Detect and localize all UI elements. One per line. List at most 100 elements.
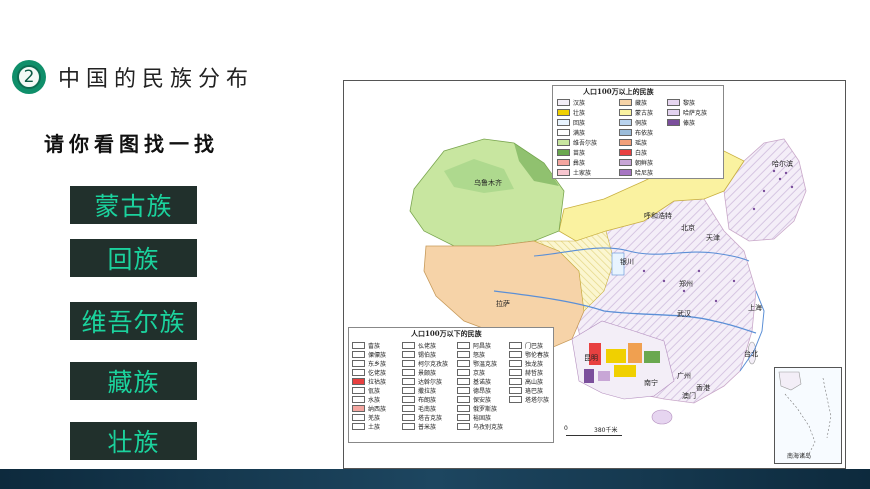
legend-swatch [402, 360, 415, 367]
legend-swatch [557, 169, 570, 176]
legend-label: 黎族 [683, 100, 696, 107]
legend-swatch [457, 387, 470, 394]
city-label: 银川 [620, 258, 634, 266]
legend-swatch [457, 369, 470, 376]
legend-swatch [667, 99, 680, 106]
legend-label: 怒族 [473, 352, 486, 359]
legend-label: 裕固族 [473, 415, 492, 422]
legend-label: 壮族 [573, 110, 586, 117]
legend-label: 土家族 [573, 170, 592, 177]
legend-label: 德昂族 [473, 388, 492, 395]
legend-item: 普米族 [402, 422, 436, 431]
legend-label: 畲族 [368, 343, 381, 350]
legend-swatch [352, 405, 365, 412]
city-label: 呼和浩特 [644, 212, 672, 220]
legend-swatch [509, 360, 522, 367]
legend-label: 锡伯族 [418, 352, 437, 359]
scale-line [566, 435, 622, 436]
legend-swatch [619, 169, 632, 176]
legend-label: 柯尔克孜族 [418, 361, 449, 368]
legend-label: 俄罗斯族 [473, 406, 498, 413]
mongol-button[interactable]: 蒙古族 [70, 186, 197, 224]
city-label: 乌鲁木齐 [474, 179, 502, 187]
city-label: 天津 [706, 234, 720, 242]
badge-number: 2 [17, 65, 41, 89]
city-label: 武汉 [677, 310, 691, 318]
city-label: 台北 [744, 350, 758, 358]
legend-item: 汉族 [557, 98, 585, 107]
legend-label: 东乡族 [368, 361, 387, 368]
legend-label: 白族 [635, 150, 648, 157]
legend-label: 满族 [573, 130, 586, 137]
legend-swatch [619, 159, 632, 166]
legend-label: 塔塔尔族 [525, 397, 550, 404]
legend-swatch [352, 387, 365, 394]
legend-item: 朝鲜族 [619, 158, 653, 167]
legend-item: 仫佬族 [402, 341, 436, 350]
legend-label: 瑶族 [635, 140, 648, 147]
legend-item: 仡佬族 [352, 368, 386, 377]
legend-swatch [352, 378, 365, 385]
legend-swatch [557, 159, 570, 166]
scale-zero: 0 [564, 425, 568, 432]
legend-label: 傣族 [683, 120, 696, 127]
city-label: 香港 [696, 384, 710, 392]
legend-swatch [402, 378, 415, 385]
legend-label: 哈萨克族 [683, 110, 708, 117]
city-label: 南宁 [644, 379, 658, 387]
legend-swatch [457, 360, 470, 367]
legend-swatch [619, 119, 632, 126]
legend-swatch [619, 99, 632, 106]
legend-item: 撒拉族 [402, 386, 436, 395]
legend-item: 苗族 [557, 148, 585, 157]
legend-item: 彝族 [557, 158, 585, 167]
section-header: 2 中国的民族分布 [12, 58, 254, 96]
legend-item: 俄罗斯族 [457, 404, 497, 413]
legend-label: 鄂伦春族 [525, 352, 550, 359]
legend-label: 珞巴族 [525, 388, 544, 395]
legend-label: 京族 [473, 370, 486, 377]
legend-small-title: 人口100万以下的民族 [411, 329, 482, 338]
legend-label: 基诺族 [473, 379, 492, 386]
legend-swatch [509, 396, 522, 403]
legend-item: 布依族 [619, 128, 653, 137]
legend-item: 达斡尔族 [402, 377, 442, 386]
legend-item: 鄂温克族 [457, 359, 497, 368]
legend-item: 土家族 [557, 168, 591, 177]
legend-item: 锡伯族 [402, 350, 436, 359]
legend-swatch [557, 149, 570, 156]
legend-item: 土族 [352, 422, 380, 431]
legend-label: 高山族 [525, 379, 544, 386]
hui-button[interactable]: 回族 [70, 239, 197, 277]
uyghur-button[interactable]: 维吾尔族 [70, 302, 197, 340]
legend-item: 畲族 [352, 341, 380, 350]
legend-swatch [457, 351, 470, 358]
legend-label: 毛南族 [418, 406, 437, 413]
legend-item: 哈尼族 [619, 168, 653, 177]
legend-swatch [557, 119, 570, 126]
legend-label: 佤族 [368, 388, 381, 395]
legend-label: 傈僳族 [368, 352, 387, 359]
zhuang-button[interactable]: 壮族 [70, 422, 197, 460]
legend-label: 达斡尔族 [418, 379, 443, 386]
legend-item: 藏族 [619, 98, 647, 107]
legend-swatch [457, 342, 470, 349]
tibetan-button[interactable]: 藏族 [70, 362, 197, 400]
legend-item: 满族 [557, 128, 585, 137]
legend-label: 汉族 [573, 100, 586, 107]
legend-swatch [402, 423, 415, 430]
legend-label: 塔吉克族 [418, 415, 443, 422]
legend-swatch [557, 129, 570, 136]
legend-swatch [509, 351, 522, 358]
legend-swatch [509, 387, 522, 394]
legend-item: 怒族 [457, 350, 485, 359]
legend-item: 拉祜族 [352, 377, 386, 386]
legend-label: 蒙古族 [635, 110, 654, 117]
legend-swatch [457, 414, 470, 421]
legend-label: 侗族 [635, 120, 648, 127]
legend-label: 苗族 [573, 150, 586, 157]
northeast-region [723, 138, 807, 242]
legend-swatch [557, 99, 570, 106]
south-china-sea-inset: 南海诸岛 [774, 367, 842, 464]
legend-item: 蒙古族 [619, 108, 653, 117]
